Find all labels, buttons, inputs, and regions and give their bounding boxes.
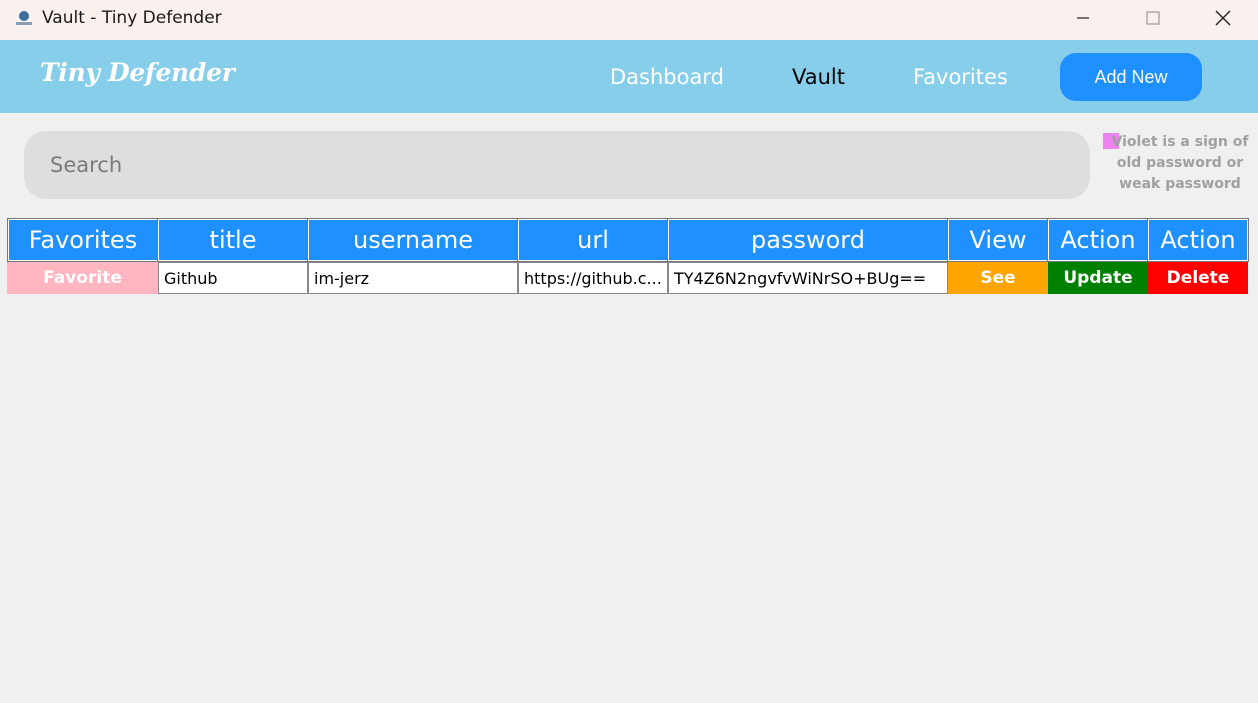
header-action-update: Action	[1047, 218, 1149, 262]
minimize-button[interactable]	[1048, 0, 1118, 36]
update-button[interactable]: Update	[1048, 262, 1148, 294]
nav-favorites[interactable]: Favorites	[913, 65, 1008, 89]
header-url: url	[517, 218, 669, 262]
see-button[interactable]: See	[948, 262, 1048, 294]
header-username: username	[307, 218, 519, 262]
cell-username: im-jerz	[308, 262, 518, 294]
close-button[interactable]	[1188, 0, 1258, 36]
favorite-button[interactable]: Favorite	[7, 262, 158, 294]
header-title: title	[157, 218, 309, 262]
title-bar: Vault - Tiny Defender	[0, 0, 1258, 40]
maximize-icon	[1146, 11, 1160, 25]
brand-logo: Tiny Defender	[40, 58, 235, 87]
minimize-icon	[1077, 17, 1089, 19]
close-icon	[1215, 10, 1231, 26]
cell-password: TY4Z6N2ngvfvWiNrSO+BUg==	[668, 262, 948, 294]
cell-title: Github	[158, 262, 308, 294]
app-logo-icon	[16, 11, 32, 25]
header-favorites: Favorites	[7, 218, 159, 262]
nav-vault[interactable]: Vault	[792, 65, 845, 89]
navbar: Tiny Defender Dashboard Vault Favorites …	[0, 40, 1258, 113]
header-view: View	[947, 218, 1049, 262]
cell-url: https://github.c...	[518, 262, 668, 294]
header-action-delete: Action	[1147, 218, 1249, 262]
delete-button[interactable]: Delete	[1148, 262, 1248, 294]
maximize-button[interactable]	[1118, 0, 1188, 36]
legend-text: Violet is a sign of old password or weak…	[1111, 134, 1249, 192]
header-password: password	[667, 218, 949, 262]
search-input[interactable]	[24, 131, 1090, 199]
add-new-button[interactable]: Add New	[1060, 53, 1202, 101]
window-title: Vault - Tiny Defender	[42, 8, 222, 28]
nav-dashboard[interactable]: Dashboard	[610, 65, 724, 89]
